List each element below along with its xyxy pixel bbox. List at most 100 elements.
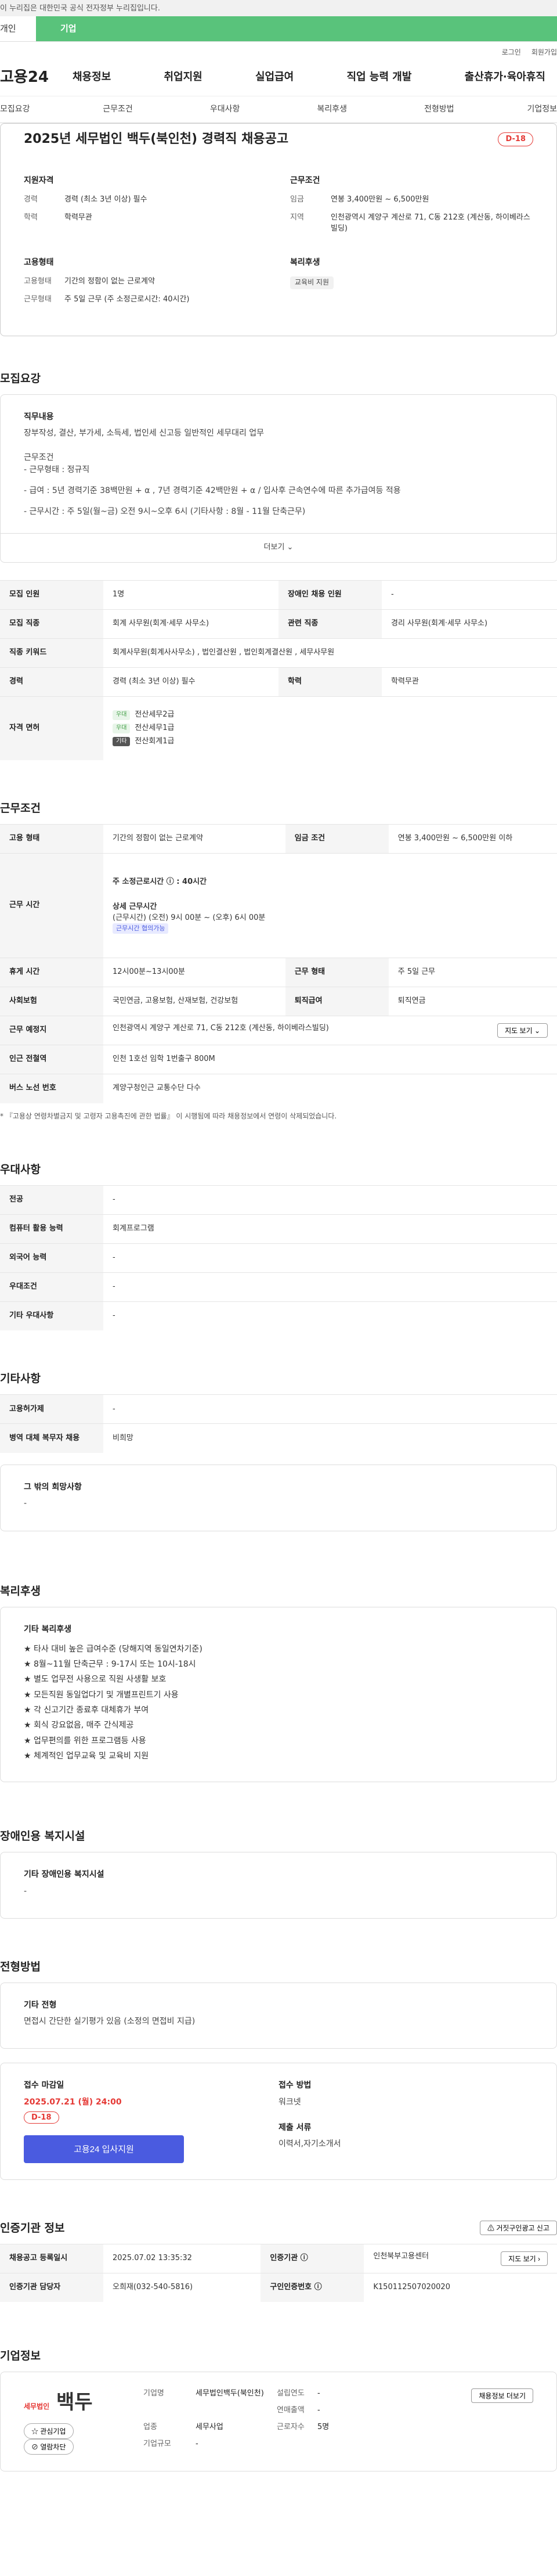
section-prefer-title: 우대사항 [0,1163,41,1176]
cond-line-2: - 급여 : 5년 경력기준 38백만원 + α , 7년 경력기준 42백만원… [24,486,401,495]
manager-label: 인증기관 담당자 [0,2272,103,2302]
method-value: 워크넷 [278,2097,301,2107]
employees-label: 근로자수 [277,2423,305,2432]
summary-qualification-title: 지원자격 [24,176,54,185]
work-form-label: 근무 형태 [285,958,389,987]
military-label: 병역 대체 복무자 채용 [0,1423,103,1453]
summary-wage-value: 연봉 3,400만원 ~ 6,500만원 [331,195,429,204]
cert-map-button[interactable]: 지도 보기 › [501,2251,548,2266]
work-form-value: 주 5일 근무 [388,958,557,987]
summary-hours-value: 주 5일 근무 (주 소정근로시간: 40시간) [64,294,190,304]
anchor-conditions[interactable]: 근무조건 [64,103,172,115]
company-name-value: 세무법인백두(북인천) [196,2389,264,2398]
rest-value: 12시00분~13시00분 [103,958,285,987]
prefer-language-label: 외국어 능력 [0,1243,103,1273]
login-link[interactable]: 로그인 [502,48,521,59]
reg-date-label: 채용공고 등록일시 [0,2243,103,2273]
prefer-computer-value: 회계프로그램 [103,1214,557,1244]
summary-qualification: 지원자격 경력 경력 (최소 3년 이상) 필수 학력 학력무관 [24,175,267,242]
main-menu: 채용정보 취업지원 실업급여 직업 능력 개발 출산휴가·육아휴직 [73,70,557,85]
job-type-value: 회계 사무원(회계·세무 사무소) [103,609,278,639]
license-tag: 우대 [113,710,131,720]
tab-personal[interactable]: 개인 [0,16,36,41]
anchor-benefit[interactable]: 복리후생 [278,103,386,115]
tab-company[interactable]: 기업 [36,16,557,41]
cond-line-3: - 근무시간 : 주 5일(월~금) 오전 9시~오후 6시 (기타사항 : 8… [24,507,306,517]
more-button[interactable]: 더보기 ⌄ [0,533,557,563]
benefit-card: 기타 복리후생 ★ 타사 대비 높은 급여수준 (당해지역 동일연차기준) ★ … [0,1606,557,1783]
cond-line-1: - 근무형태 : 정규직 [24,465,90,474]
cert-org-cell: 인천북부고용센터 지도 보기 › [364,2243,557,2273]
sales-value: - [317,2406,320,2415]
summary-employment-title: 고용형태 [24,257,54,267]
company-actions: ☆ 관심기업 ⊘ 열람차단 [24,2423,126,2455]
block-company-button[interactable]: ⊘ 열람차단 [24,2438,74,2455]
license-item: 우대 전산세무2급 [113,710,548,721]
anchor-company[interactable]: 기업정보 [493,103,557,115]
detail-hours-value: (근무시간) (오전) 9시 00분 ~ (오후) 6시 00분 [113,913,266,922]
wish-heading: 그 밖의 희망사항 [24,1482,82,1492]
license-list: 우대 전산세무2급 우대 전산세무1급 기타 전산회계1급 [103,696,557,761]
interest-company-button[interactable]: ☆ 관심기업 [24,2423,74,2439]
list-item: ★ 별도 업무전 사용으로 직원 사생활 보호 [24,1675,167,1685]
menu-unemployment[interactable]: 실업급여 [255,70,294,85]
anchor-recruit[interactable]: 모집요강 [0,103,64,115]
summary-employment: 고용형태 고용형태 기간의 정함이 없는 근로계약 근무형태 주 5일 근무 (주 … [24,257,267,312]
retire-value: 퇴직연금 [388,987,557,1016]
permit-label: 고용허가제 [0,1394,103,1424]
job-type-label: 모집 직종 [0,609,103,639]
size-label: 기업규모 [143,2439,171,2448]
industry-value: 세무사업 [196,2423,223,2432]
company-card: 세무법인 백두 ☆ 관심기업 ⊘ 열람차단 기업명 세무법인백두(북인천) 설립… [0,2372,557,2471]
menu-employment-support[interactable]: 취업지원 [164,70,202,85]
docs-heading: 제출 서류 [278,2123,312,2133]
wish-card: 그 밖의 희망사항 - [0,1464,557,1531]
disabled-count-value: - [382,580,557,610]
hours-negotiable-tag: 근무시간 협의가능 [113,923,169,934]
cond-heading: 근무조건 [24,453,54,463]
report-fake-ad-button[interactable]: ⚠ 거짓구인광고 신고 [480,2220,557,2235]
prefer-etc-label: 기타 우대사항 [0,1301,103,1331]
count-value: 1명 [103,580,278,610]
docs-value: 이력서,자기소개서 [278,2139,341,2149]
subway-value: 인천 1호선 임학 1번출구 800M [103,1045,557,1074]
subway-label: 인근 전철역 [0,1045,103,1074]
section-recruit-title: 모집요강 [0,372,41,385]
founded-value: - [317,2389,320,2398]
facility-value: - [24,1886,27,1896]
menu-jobs[interactable]: 채용정보 [73,70,111,85]
list-item: ★ 각 신고기간 종료후 대체휴가 부여 [24,1706,149,1715]
company-logo-name: 백두 [56,2391,93,2415]
menu-training[interactable]: 직업 능력 개발 [347,70,412,85]
apply-card: 접수 마감일 2025.07.21 (월) 24:00 D-18 고용24 입사… [0,2063,557,2180]
founded-label: 설립연도 [277,2389,305,2398]
list-item: ★ 타사 대비 높은 급여수준 (당해지역 동일연차기준) [24,1644,202,1654]
benefit-list: ★ 타사 대비 높은 급여수준 (당해지역 동일연차기준) ★ 8월~11월 단… [24,1643,533,1762]
welfare-tag: 교육비 지원 [290,276,334,289]
summary-type-label: 고용형태 [24,277,52,286]
career-value: 경력 (최소 3년 이상) 필수 [103,667,278,697]
apply-button[interactable]: 고용24 입사지원 [24,2135,184,2163]
career-label: 경력 [0,667,103,697]
count-label: 모집 인원 [0,580,103,610]
deadline-heading: 접수 마감일 [24,2081,64,2091]
prefer-major-value: - [103,1185,557,1215]
summary-edu-label: 학력 [24,213,38,222]
map-toggle-button[interactable]: 지도 보기 ⌄ [497,1023,548,1038]
summary-area-value: 인천광역시 계양구 계산로 71, C동 212호 (계산동, 하이베라스빌딩) [331,213,530,233]
bus-label: 버스 노선 번호 [0,1074,103,1103]
anchor-screening[interactable]: 전형방법 [386,103,493,115]
section-benefit-title: 복리후생 [0,1584,41,1598]
summary-conditions-title: 근무조건 [290,176,320,185]
list-item: ★ 체계적인 업무교육 및 교육비 지원 [24,1751,149,1761]
job-desc-text: 장부작성, 결산, 부가세, 소득세, 법인세 신고등 일반적인 세무대리 업무 [24,429,265,438]
site-logo[interactable]: 고용24 [0,67,73,89]
deadline-value: 2025.07.21 (월) 24:00 [24,2097,122,2107]
edu-value: 학력무관 [382,667,557,697]
anchor-prefer[interactable]: 우대사항 [171,103,278,115]
company-logo: 세무법인 백두 [24,2388,126,2417]
more-jobs-button[interactable]: 채용정보 더보기 [471,2388,533,2404]
signup-link[interactable]: 회원가입 [531,48,557,59]
job-description-card: 직무내용 장부작성, 결산, 부가세, 소득세, 법인세 신고등 일반적인 세무… [0,394,557,534]
menu-parental-leave[interactable]: 출산휴가·육아휴직 [465,70,545,85]
